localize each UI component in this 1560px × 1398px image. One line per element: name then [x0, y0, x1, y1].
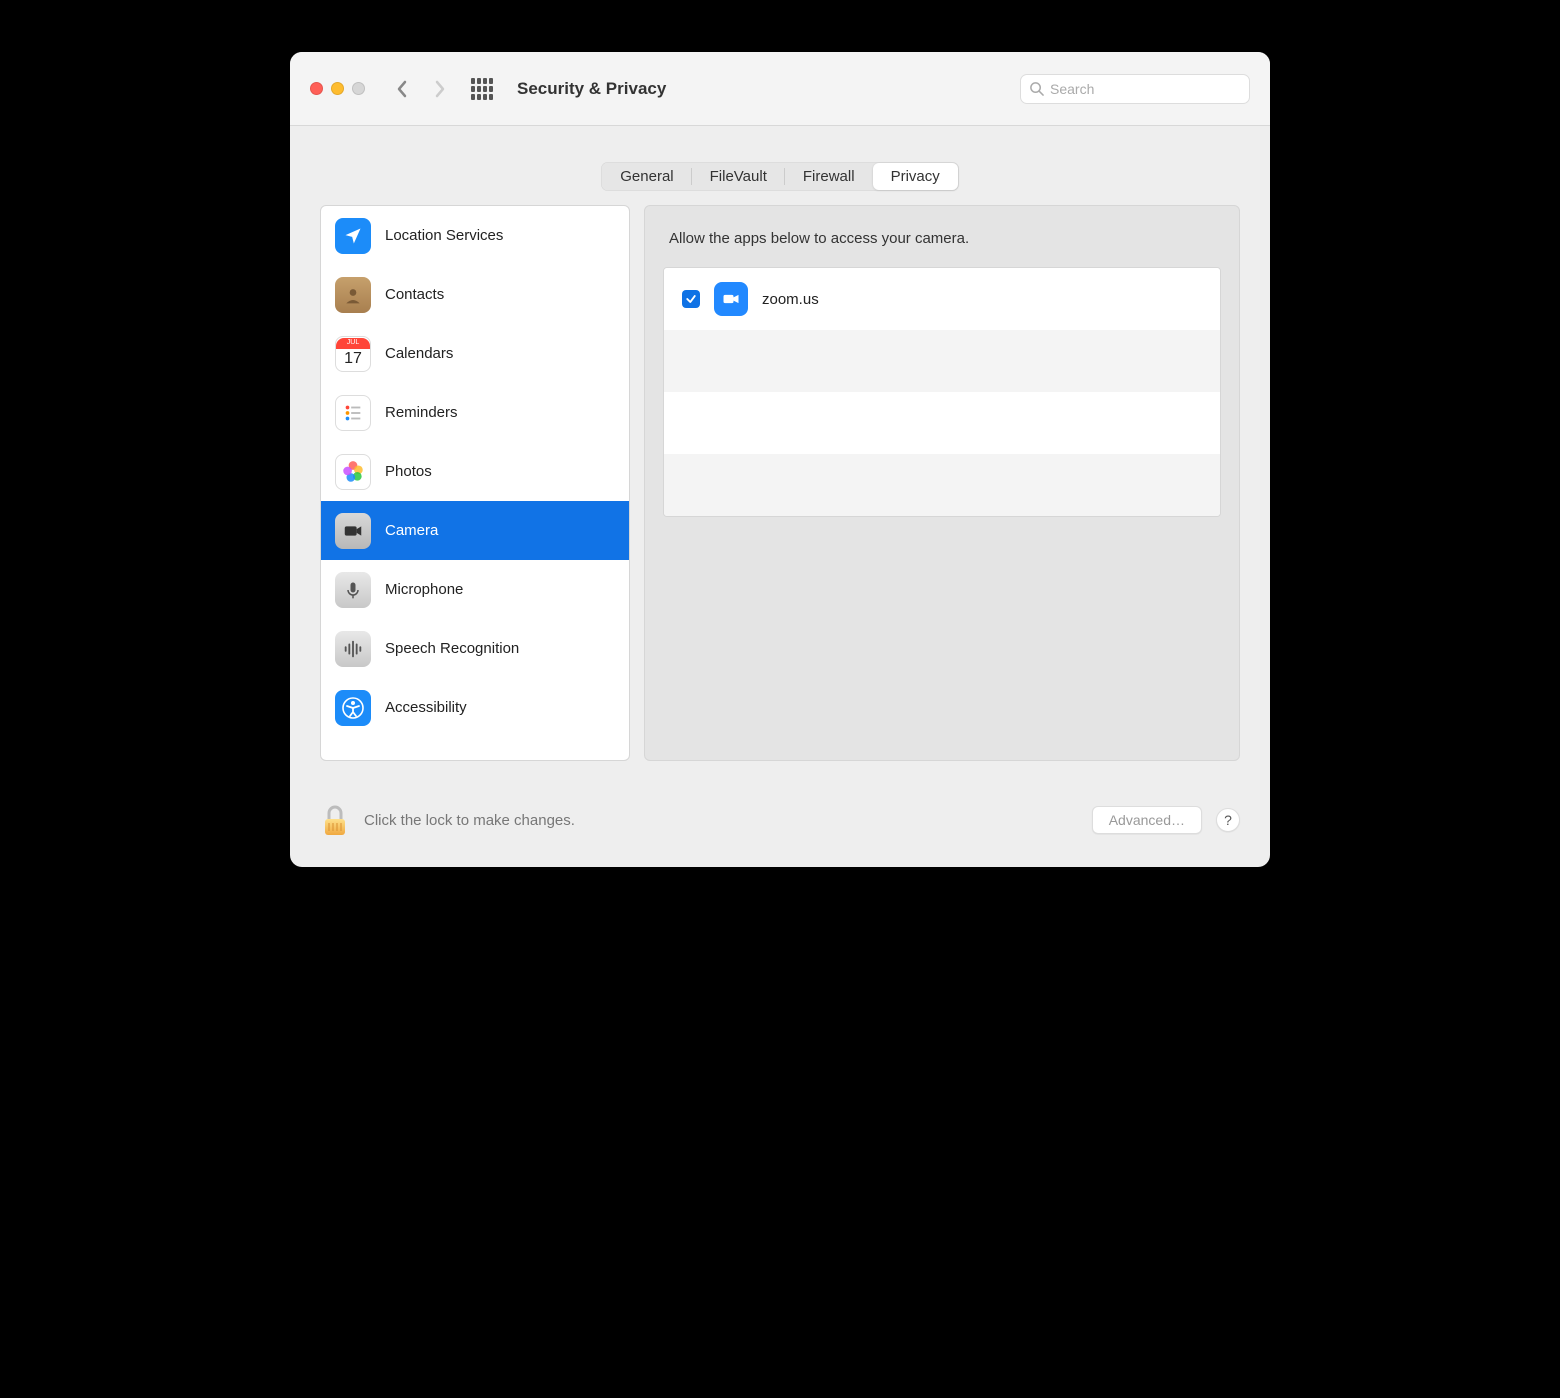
sidebar-item-label: Accessibility: [385, 699, 467, 716]
location-icon: [335, 218, 371, 254]
sidebar-item-accessibility[interactable]: Accessibility: [321, 678, 629, 737]
tab-label: General: [620, 168, 673, 185]
footer: Click the lock to make changes. Advanced…: [290, 781, 1270, 867]
app-row: zoom.us: [664, 268, 1220, 330]
sidebar-item-label: Camera: [385, 522, 438, 539]
calendar-day: 17: [344, 349, 362, 369]
advanced-button-label: Advanced…: [1109, 812, 1185, 828]
traffic-lights: [310, 82, 365, 95]
close-window-button[interactable]: [310, 82, 323, 95]
tab-label: FileVault: [710, 168, 767, 185]
window-title: Security & Privacy: [517, 79, 666, 99]
sidebar-item-reminders[interactable]: Reminders: [321, 383, 629, 442]
microphone-icon: [335, 572, 371, 608]
sidebar-item-label: Location Services: [385, 227, 503, 244]
advanced-button[interactable]: Advanced…: [1092, 806, 1202, 834]
sidebar-item-label: Photos: [385, 463, 432, 480]
privacy-sidebar: Location Services Contacts JUL 17 Calend…: [320, 205, 630, 761]
sidebar-item-location-services[interactable]: Location Services: [321, 206, 629, 265]
calendar-icon: JUL 17: [335, 336, 371, 372]
forward-button[interactable]: [431, 80, 449, 98]
zoom-window-button[interactable]: [352, 82, 365, 95]
sidebar-item-photos[interactable]: Photos: [321, 442, 629, 501]
sidebar-item-camera[interactable]: Camera: [321, 501, 629, 560]
sidebar-item-label: Microphone: [385, 581, 463, 598]
contacts-icon: [335, 277, 371, 313]
tabbar-container: General FileVault Firewall Privacy: [290, 126, 1270, 205]
sidebar-item-label: Contacts: [385, 286, 444, 303]
app-name: zoom.us: [762, 291, 819, 308]
lock-button[interactable]: [320, 801, 350, 839]
search-input[interactable]: [1050, 81, 1241, 97]
tab-privacy[interactable]: Privacy: [873, 163, 958, 190]
help-button-label: ?: [1224, 812, 1232, 828]
back-button[interactable]: [393, 80, 411, 98]
speech-icon: [335, 631, 371, 667]
lock-hint-text: Click the lock to make changes.: [364, 812, 575, 829]
search-icon: [1029, 81, 1044, 96]
sidebar-item-label: Calendars: [385, 345, 453, 362]
accessibility-icon: [335, 690, 371, 726]
sidebar-item-speech-recognition[interactable]: Speech Recognition: [321, 619, 629, 678]
photos-icon: [335, 454, 371, 490]
main-heading: Allow the apps below to access your came…: [663, 230, 1221, 247]
zoom-app-icon: [714, 282, 748, 316]
sidebar-item-calendars[interactable]: JUL 17 Calendars: [321, 324, 629, 383]
search-field[interactable]: [1020, 74, 1250, 104]
camera-icon: [335, 513, 371, 549]
sidebar-item-label: Reminders: [385, 404, 458, 421]
tab-label: Privacy: [891, 168, 940, 185]
reminders-icon: [335, 395, 371, 431]
tab-firewall[interactable]: Firewall: [785, 163, 873, 190]
help-button[interactable]: ?: [1216, 808, 1240, 832]
app-access-list: zoom.us: [663, 267, 1221, 517]
tab-label: Firewall: [803, 168, 855, 185]
sidebar-item-label: Speech Recognition: [385, 640, 519, 657]
sidebar-item-microphone[interactable]: Microphone: [321, 560, 629, 619]
calendar-month: JUL: [336, 338, 370, 349]
app-row-empty: [664, 330, 1220, 392]
app-row-empty: [664, 454, 1220, 516]
app-checkbox[interactable]: [682, 290, 700, 308]
app-row-empty: [664, 392, 1220, 454]
nav-arrows: [393, 80, 449, 98]
titlebar: Security & Privacy: [290, 52, 1270, 126]
preferences-window: Security & Privacy General FileVault Fir…: [290, 52, 1270, 867]
sidebar-item-contacts[interactable]: Contacts: [321, 265, 629, 324]
tabbar: General FileVault Firewall Privacy: [601, 162, 959, 191]
minimize-window-button[interactable]: [331, 82, 344, 95]
tab-filevault[interactable]: FileVault: [692, 163, 785, 190]
show-all-button[interactable]: [471, 78, 493, 100]
content-area: Location Services Contacts JUL 17 Calend…: [290, 205, 1270, 781]
tab-general[interactable]: General: [602, 163, 691, 190]
main-panel: Allow the apps below to access your came…: [644, 205, 1240, 761]
